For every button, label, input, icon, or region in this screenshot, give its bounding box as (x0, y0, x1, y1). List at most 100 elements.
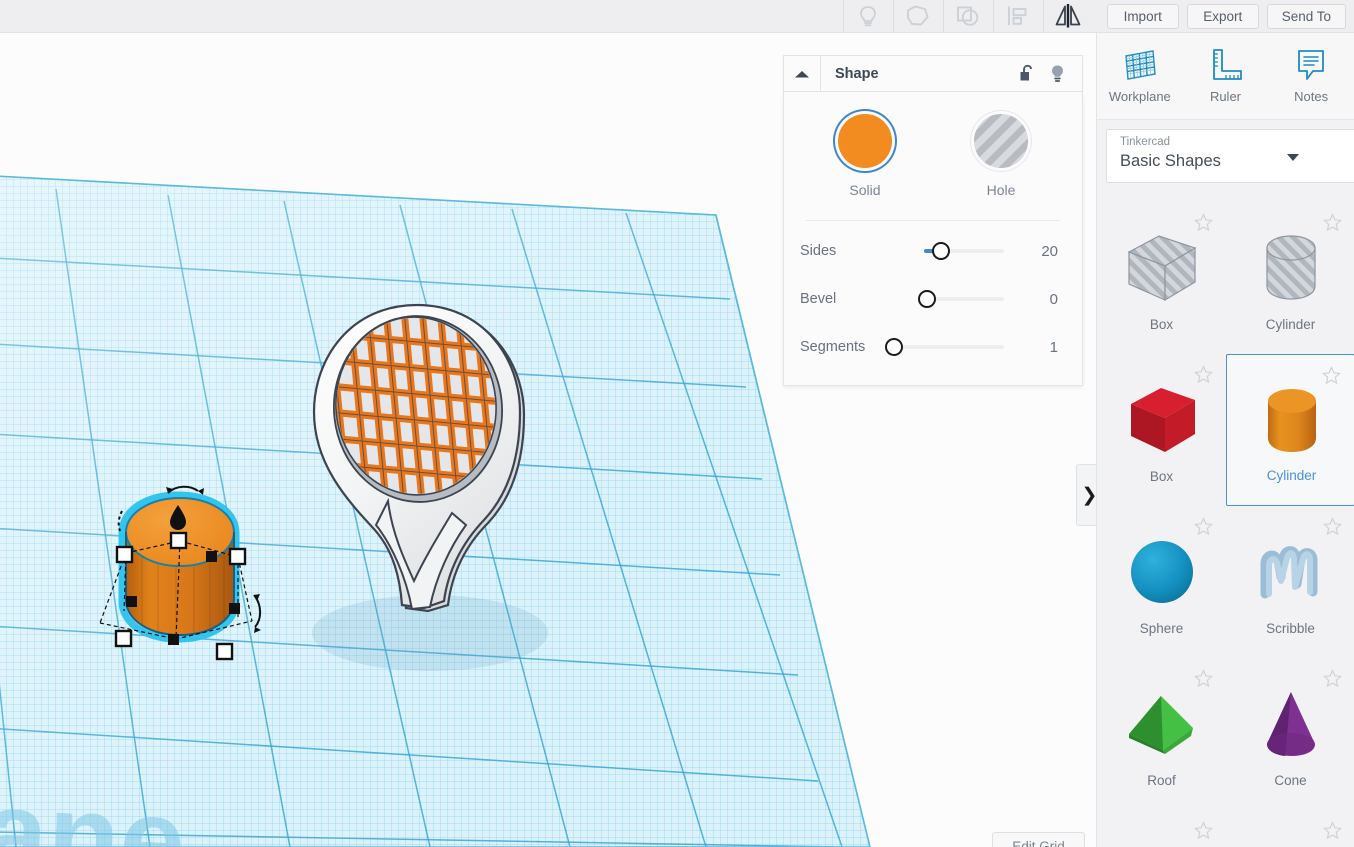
inspector-divider (806, 220, 1060, 221)
favorite-star-icon[interactable] (1194, 821, 1213, 840)
segments-slider-row: Segments 1 (796, 323, 1070, 371)
favorite-star-icon[interactable] (1323, 821, 1342, 840)
inspector-collapse-button[interactable] (784, 56, 821, 92)
shape-tile-scribble[interactable]: Scribble (1226, 506, 1354, 658)
segments-slider-value: 1 (1024, 339, 1066, 356)
shape-tile-cone[interactable]: Cone (1226, 658, 1354, 810)
top-toolbar: Import Export Send To (0, 0, 1354, 33)
notes-icon-wrap (1273, 43, 1349, 87)
shape-thumb (1226, 678, 1354, 770)
shape-thumb (1226, 526, 1354, 618)
ruler-tool[interactable]: Ruler (1187, 43, 1263, 104)
bevel-slider-track-wrap[interactable] (840, 288, 1020, 310)
inspector-body: Solid Hole Sides 20 Bevel (783, 92, 1083, 386)
cone-thumb (1252, 684, 1330, 764)
align-icon-button[interactable] (993, 0, 1043, 33)
shape-row: Roof Cone (1097, 658, 1354, 810)
shape-tile-box-hole[interactable]: Box (1097, 202, 1226, 354)
group-shapes-icon-button[interactable] (893, 0, 943, 33)
hole-swatch-cell[interactable]: Hole (966, 114, 1036, 198)
lightbulb-icon[interactable] (1049, 64, 1066, 84)
cylinder-solid-thumb (1253, 381, 1331, 461)
bevel-slider-label: Bevel (800, 291, 836, 307)
right-sidebar: Workplane Ruler (1096, 33, 1354, 847)
align-icon (1005, 4, 1031, 28)
bevel-slider-row: Bevel 0 (796, 275, 1070, 323)
notes-icon (1291, 46, 1331, 84)
solid-swatch-label: Solid (830, 182, 900, 198)
solid-swatch-cell[interactable]: Solid (830, 114, 900, 198)
box-hole-thumb (1121, 228, 1203, 308)
shape-tile-cylinder-orange[interactable]: Cylinder (1226, 354, 1354, 506)
segments-slider-track-wrap[interactable] (869, 336, 1020, 358)
shape-tile-label: Box (1097, 469, 1226, 484)
ruler-tool-label: Ruler (1187, 89, 1263, 104)
hole-swatch[interactable] (974, 114, 1028, 168)
segments-slider-knob[interactable] (885, 338, 903, 356)
shape-tile-label: Cylinder (1226, 317, 1354, 332)
shape-library-grid: Box Cylinder (1097, 202, 1354, 847)
sides-slider-label: Sides (800, 243, 836, 259)
shape-library-select[interactable]: Tinkercad Basic Shapes (1106, 129, 1354, 183)
segments-slider-track[interactable] (885, 345, 1004, 349)
ruler-icon-wrap (1187, 43, 1263, 87)
box-solid-thumb (1121, 380, 1203, 460)
bevel-slider-knob[interactable] (918, 290, 936, 308)
sides-slider-row: Sides 20 (796, 227, 1070, 275)
toolbar-arrange-group (993, 0, 1093, 33)
hole-swatch-label: Hole (966, 182, 1036, 198)
export-button[interactable]: Export (1187, 4, 1259, 29)
ungroup-shapes-icon-button[interactable] (943, 0, 993, 33)
inspector-header: Shape (783, 55, 1083, 92)
send-to-button[interactable]: Send To (1267, 4, 1346, 29)
edit-grid-button[interactable]: Edit Grid (992, 832, 1085, 847)
shape-tile-cylinder-hole[interactable]: Cylinder (1226, 202, 1354, 354)
bevel-slider-value: 0 (1024, 291, 1066, 308)
ruler-icon (1205, 46, 1245, 84)
shape-type-swatches: Solid Hole (796, 110, 1070, 204)
workplane-watermark: ane (0, 765, 189, 847)
shape-tile-label: Scribble (1226, 621, 1354, 636)
panel-collapse-toggle[interactable]: ❯ (1076, 464, 1096, 526)
solid-swatch[interactable] (838, 114, 892, 168)
sides-slider-knob[interactable] (932, 242, 950, 260)
shape-tile-partial-right[interactable] (1226, 810, 1354, 847)
workplane-icon (1120, 46, 1160, 84)
shape-thumb (1097, 678, 1226, 770)
chevron-down-icon[interactable] (1287, 154, 1299, 161)
shape-thumb (1097, 222, 1226, 314)
mirror-icon (1052, 3, 1084, 29)
shape-thumb (1097, 374, 1226, 466)
shape-tile-label: Cylinder (1227, 468, 1354, 483)
shape-tile-label: Sphere (1097, 621, 1226, 636)
workplane-tool[interactable]: Workplane (1102, 43, 1178, 104)
unlock-icon[interactable] (1019, 64, 1035, 83)
triangle-up-icon (793, 68, 811, 80)
shape-tile-box-red[interactable]: Box (1097, 354, 1226, 506)
shape-tile-partial-left[interactable] (1097, 810, 1226, 847)
ungroup-shapes-icon (955, 4, 981, 28)
library-provider-label: Tinkercad (1120, 136, 1170, 148)
shape-tile-label: Roof (1097, 773, 1226, 788)
import-button[interactable]: Import (1107, 4, 1179, 29)
lightbulb-icon-button[interactable] (843, 0, 893, 33)
shape-tile-sphere[interactable]: Sphere (1097, 506, 1226, 658)
mirror-icon-button[interactable] (1043, 0, 1093, 33)
sidebar-tools: Workplane Ruler (1097, 33, 1354, 120)
notes-tool[interactable]: Notes (1273, 43, 1349, 104)
shape-row: Sphere Scribble (1097, 506, 1354, 658)
sides-slider-track-wrap[interactable] (840, 240, 1020, 262)
shape-row: Box Cylin (1097, 354, 1354, 506)
workplane-tool-label: Workplane (1102, 89, 1178, 104)
shape-thumb (1097, 526, 1226, 618)
shape-tile-roof[interactable]: Roof (1097, 658, 1226, 810)
shape-tile-label: Box (1097, 317, 1226, 332)
sphere-thumb (1123, 532, 1201, 612)
workplane-icon-wrap (1102, 43, 1178, 87)
segments-slider-label: Segments (800, 339, 865, 355)
inspector-title: Shape (821, 66, 1019, 82)
shape-thumb (1226, 222, 1354, 314)
shape-row-partial (1097, 810, 1354, 847)
shape-tile-label: Cone (1226, 773, 1354, 788)
sides-slider-value: 20 (1024, 243, 1066, 260)
